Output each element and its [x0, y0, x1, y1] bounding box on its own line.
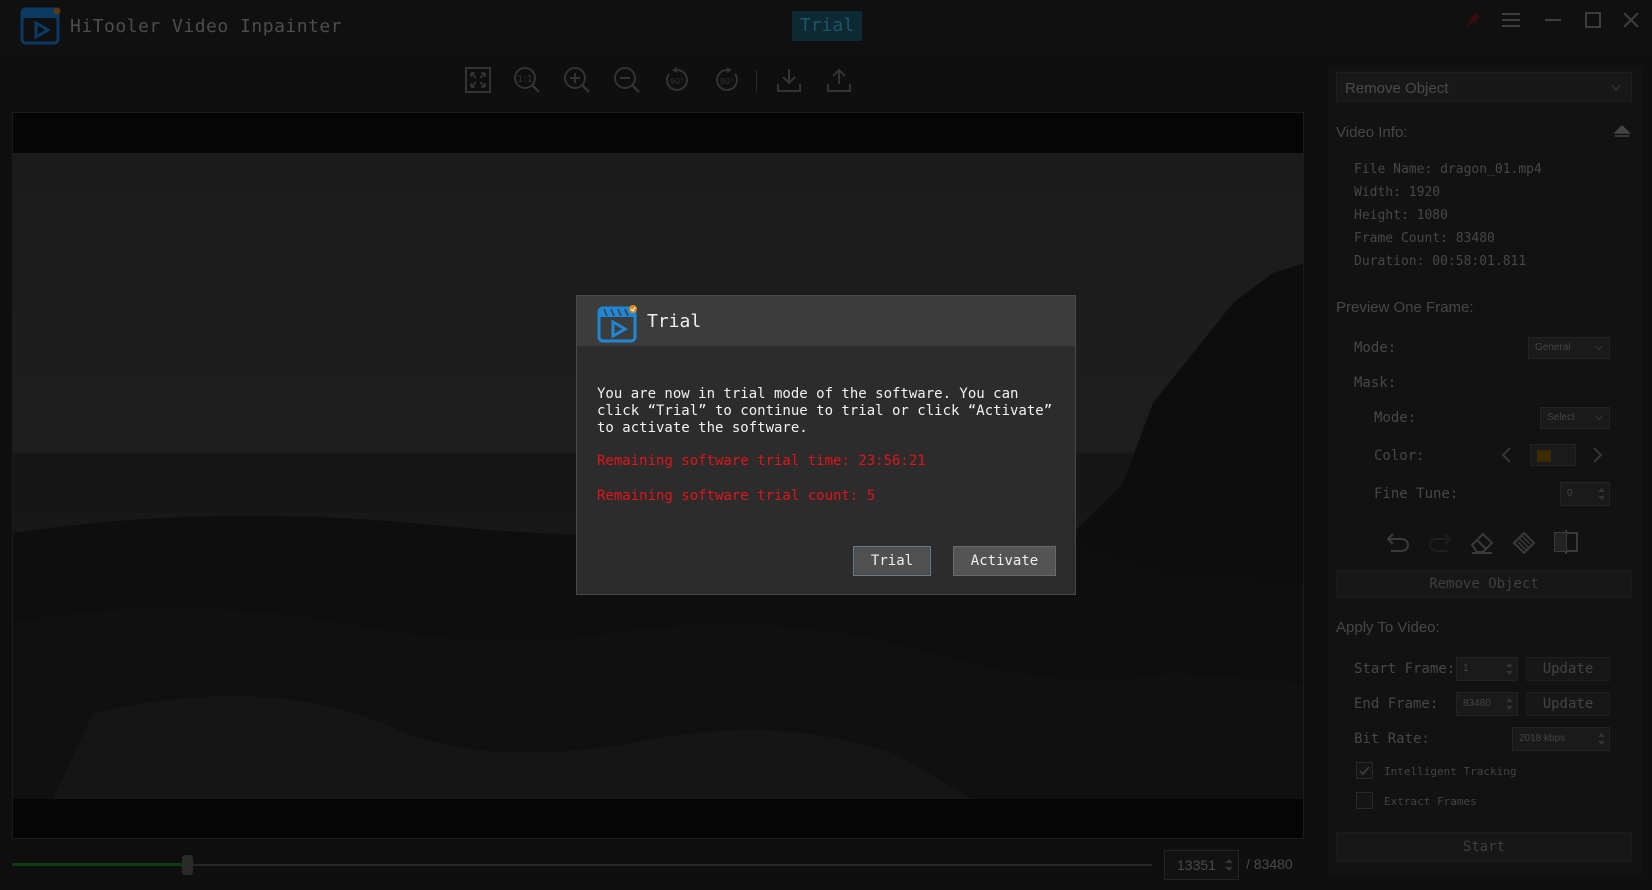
mask-color-picker[interactable] [1530, 444, 1576, 466]
chevron-down-icon [1611, 84, 1621, 92]
function-select[interactable]: Remove Object [1336, 72, 1632, 102]
svg-text:1:1: 1:1 [517, 74, 533, 85]
start-button[interactable]: Start [1336, 832, 1632, 862]
extract-frames-checkbox[interactable] [1356, 792, 1373, 809]
spinner-icon[interactable] [1505, 662, 1514, 676]
update-end-button[interactable]: Update [1526, 692, 1610, 716]
eraser-icon[interactable] [1468, 528, 1496, 556]
total-frames: / 83480 [1246, 856, 1293, 872]
start-frame-value: 1 [1463, 663, 1469, 674]
video-info-title: Video Info: [1336, 124, 1408, 141]
dialog-message: You are now in trial mode of the softwar… [597, 386, 1053, 436]
end-frame-label: End Frame: [1354, 696, 1439, 712]
app-title: HiTooler Video Inpainter [70, 16, 343, 37]
intelligent-tracking-checkbox[interactable] [1356, 762, 1373, 779]
current-frame-input[interactable]: 13351 [1164, 850, 1239, 880]
minimize-icon[interactable] [1538, 6, 1568, 34]
end-frame-value: 83480 [1463, 698, 1491, 709]
remove-object-button[interactable]: Remove Object [1336, 570, 1632, 598]
preview-frame-title: Preview One Frame: [1336, 299, 1474, 316]
dialog-header: Trial [577, 296, 1075, 346]
fine-tune-value: 0 [1567, 488, 1573, 499]
function-select-value: Remove Object [1345, 80, 1449, 97]
current-frame-value: 13351 [1177, 857, 1216, 873]
undo-icon[interactable] [1384, 528, 1412, 556]
bitrate-label: Bit Rate: [1354, 731, 1430, 747]
trial-time-remaining: Remaining software trial time: 23:56:21 [597, 453, 926, 469]
apply-to-video-title: Apply To Video: [1336, 619, 1440, 636]
trial-dialog: Trial You are now in trial mode of the s… [576, 295, 1076, 595]
title-bar: HiTooler Video Inpainter Trial [0, 0, 1652, 52]
spinner-icon[interactable] [1597, 732, 1606, 746]
mask-label: Mask: [1354, 375, 1397, 391]
close-icon[interactable] [1616, 6, 1646, 34]
dialog-title: Trial [647, 311, 702, 332]
start-frame-label: Start Frame: [1354, 661, 1456, 677]
chevron-left-icon[interactable] [1500, 446, 1512, 464]
timeline-progress [12, 863, 194, 866]
rotate-right-90-icon[interactable]: 90° [713, 66, 741, 94]
fine-tune-input[interactable]: 0 [1560, 482, 1610, 506]
end-frame-input[interactable]: 83480 [1456, 692, 1518, 716]
mode-label: Mode: [1354, 340, 1397, 356]
checkmark-icon [1359, 766, 1370, 776]
mask-mode-label: Mode: [1374, 410, 1417, 426]
chevron-down-icon [1595, 415, 1603, 421]
mask-color-swatch [1537, 450, 1551, 462]
spinner-icon[interactable] [1597, 487, 1606, 501]
start-frame-input[interactable]: 1 [1456, 657, 1518, 681]
zoom-in-icon[interactable] [563, 66, 591, 94]
zoom-out-icon[interactable] [613, 66, 641, 94]
rotate-right-label: 90° [720, 77, 734, 86]
trial-count-remaining: Remaining software trial count: 5 [597, 488, 876, 504]
rotate-left-label: 90° [670, 77, 684, 86]
info-height: Height: 1080 [1354, 208, 1448, 223]
color-label: Color: [1374, 448, 1425, 464]
maximize-icon[interactable] [1578, 6, 1608, 34]
fine-tune-label: Fine Tune: [1374, 486, 1459, 502]
frame-spinner-icon[interactable] [1224, 857, 1234, 873]
pin-icon[interactable] [1458, 6, 1488, 34]
fit-screen-icon[interactable] [464, 66, 492, 94]
app-logo-icon [597, 305, 637, 343]
info-frame-count: Frame Count: 83480 [1354, 231, 1495, 246]
spinner-icon[interactable] [1505, 697, 1514, 711]
toolbar-divider [756, 70, 757, 92]
export-icon[interactable] [825, 66, 853, 94]
clear-mask-icon[interactable] [1510, 528, 1538, 556]
chevron-down-icon [1595, 345, 1603, 351]
collapse-icon[interactable] [1614, 124, 1630, 138]
timeline-handle[interactable] [182, 855, 193, 875]
intelligent-tracking-label: Intelligent Tracking [1384, 765, 1517, 778]
extract-frames-label: Extract Frames [1384, 795, 1477, 808]
mode-select-value: General [1535, 342, 1571, 353]
mode-select[interactable]: General [1528, 337, 1610, 359]
activate-button[interactable]: Activate [953, 546, 1056, 576]
trial-button[interactable]: Trial [853, 546, 931, 576]
redo-icon[interactable] [1426, 528, 1454, 556]
info-width: Width: 1920 [1354, 185, 1441, 200]
info-file-name: File Name: dragon_01.mp4 [1354, 162, 1542, 177]
mask-mode-value: Select [1547, 412, 1575, 423]
mask-mode-select[interactable]: Select [1540, 407, 1610, 429]
info-duration: Duration: 00:58:01.811 [1354, 254, 1527, 269]
compare-icon[interactable] [1552, 528, 1580, 556]
menu-icon[interactable] [1496, 6, 1526, 34]
bitrate-input[interactable]: 2018 kbps [1512, 727, 1610, 751]
bitrate-value: 2018 kbps [1519, 733, 1566, 744]
trial-badge[interactable]: Trial [792, 11, 862, 41]
chevron-right-icon[interactable] [1592, 446, 1604, 464]
rotate-left-90-icon[interactable]: 90° [663, 66, 691, 94]
original-size-icon[interactable]: 1:1 [513, 66, 541, 94]
app-logo-icon [20, 7, 61, 45]
import-icon[interactable] [775, 66, 803, 94]
update-start-button[interactable]: Update [1526, 657, 1610, 681]
